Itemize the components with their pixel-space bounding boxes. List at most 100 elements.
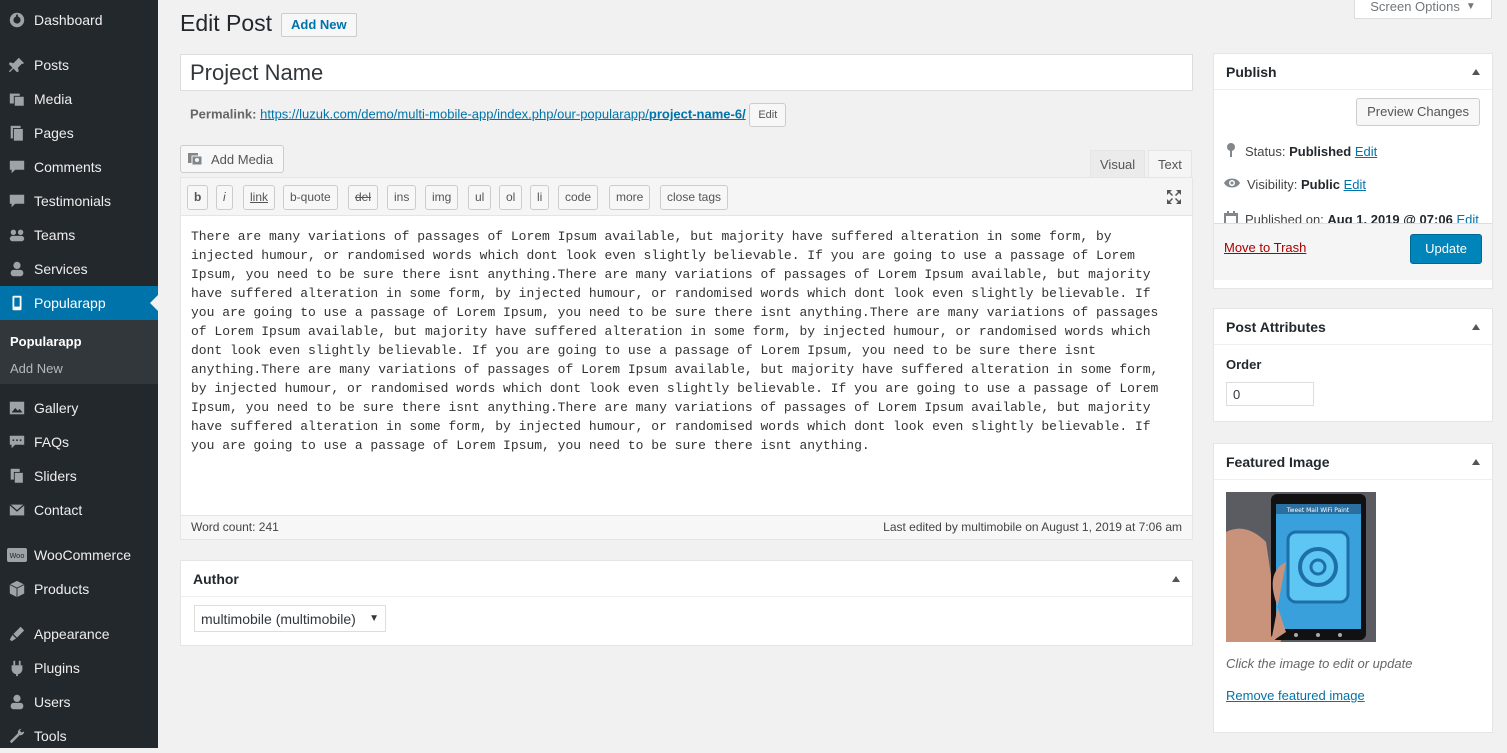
featured-image-caption: Click the image to edit or update — [1226, 656, 1413, 671]
toggle-arrow-icon[interactable] — [1472, 69, 1480, 75]
qt-code-button[interactable]: code — [558, 185, 599, 210]
author-select[interactable]: multimobile (multimobile) ▼ — [194, 605, 386, 632]
qt-ol-button[interactable]: ol — [499, 185, 523, 210]
permalink-row: Permalink: https://luzuk.com/demo/multi-… — [190, 103, 787, 127]
services-icon — [0, 260, 34, 278]
sidebar-item-users[interactable]: Users — [0, 685, 158, 719]
status-edit-link[interactable]: Edit — [1355, 144, 1377, 159]
visibility-label: Visibility: — [1247, 177, 1298, 192]
visibility-row: Visibility: Public Edit — [1223, 176, 1366, 193]
tab-text[interactable]: Text — [1148, 150, 1192, 178]
featured-image[interactable]: Tweet Mail WiFi Paint — [1226, 492, 1376, 642]
sidebar-item-faqs[interactable]: FAQs — [0, 425, 158, 459]
sidebar-item-testimonials[interactable]: Testimonials — [0, 184, 158, 218]
update-button[interactable]: Update — [1410, 234, 1482, 264]
qt-ins-button[interactable]: ins — [387, 185, 417, 210]
post-content-textarea[interactable]: There are many variations of passages of… — [191, 227, 1176, 455]
add-media-button[interactable]: Add Media — [180, 145, 285, 173]
sidebar-item-posts[interactable]: Posts — [0, 48, 158, 82]
sidebar-item-gallery[interactable]: Gallery — [0, 391, 158, 425]
toggle-arrow-icon[interactable] — [1472, 324, 1480, 330]
teams-icon — [0, 226, 34, 244]
sidebar-item-plugins[interactable]: Plugins — [0, 651, 158, 685]
sidebar-item-dashboard[interactable]: Dashboard — [0, 3, 158, 37]
submenu-item-popularapp[interactable]: Popularapp — [10, 334, 82, 349]
visibility-value: Public — [1300, 177, 1340, 192]
sidebar-item-contact[interactable]: Contact — [0, 493, 158, 527]
preview-changes-button[interactable]: Preview Changes — [1356, 98, 1480, 126]
publish-box-title: Publish — [1226, 64, 1277, 80]
tab-visual[interactable]: Visual — [1090, 150, 1146, 178]
page-title: Edit Post — [180, 10, 273, 36]
gallery-icon — [0, 399, 34, 417]
move-to-trash-link[interactable]: Move to Trash — [1224, 240, 1306, 255]
last-edited: Last edited by multimobile on August 1, … — [883, 520, 1182, 534]
author-box-header[interactable]: Author — [181, 561, 1192, 597]
toggle-arrow-icon[interactable] — [1472, 459, 1480, 465]
popularapp-icon — [0, 294, 34, 312]
add-media-label: Add Media — [211, 151, 274, 167]
testimonials-icon — [0, 192, 34, 210]
post-title-input[interactable] — [180, 54, 1193, 91]
qt-del-button[interactable]: del — [348, 185, 379, 210]
featured-image-header[interactable]: Featured Image — [1214, 444, 1492, 480]
fullscreen-icon[interactable] — [1166, 189, 1182, 205]
woocommerce-icon: Woo — [0, 548, 34, 562]
qt-img-button[interactable]: img — [425, 185, 459, 210]
qt-italic-button[interactable]: i — [216, 185, 233, 210]
sidebar-item-services[interactable]: Services — [0, 252, 158, 286]
sidebar-item-media[interactable]: Media — [0, 82, 158, 116]
qt-blockquote-button[interactable]: b-quote — [283, 185, 338, 210]
sidebar-item-popularapp[interactable]: Popularapp — [0, 286, 158, 320]
svg-text:Woo: Woo — [9, 552, 24, 560]
screen-options-button[interactable]: Screen Options ▼ — [1354, 0, 1492, 19]
text-editor: b i link b-quote del ins img ul ol li co… — [180, 177, 1193, 540]
sidebar-item-sliders[interactable]: Sliders — [0, 459, 158, 493]
qt-li-button[interactable]: li — [530, 185, 550, 210]
status-label: Status: — [1245, 144, 1286, 159]
submenu-item-add-new[interactable]: Add New — [10, 361, 63, 376]
sidebar-item-woocommerce[interactable]: Woo WooCommerce — [0, 538, 158, 572]
order-input[interactable] — [1226, 382, 1314, 406]
appearance-icon — [0, 625, 34, 643]
sidebar-item-teams[interactable]: Teams — [0, 218, 158, 252]
status-value: Published — [1289, 144, 1352, 159]
sidebar-item-pages[interactable]: Pages — [0, 116, 158, 150]
featured-image-title: Featured Image — [1226, 454, 1330, 470]
media-icon — [0, 90, 34, 108]
publish-box-header[interactable]: Publish — [1214, 54, 1492, 90]
permalink-edit-button[interactable]: Edit — [749, 103, 787, 127]
toggle-arrow-icon[interactable] — [1172, 576, 1180, 582]
users-icon — [0, 693, 34, 711]
qt-bold-button[interactable]: b — [187, 185, 209, 210]
sidebar-item-comments[interactable]: Comments — [0, 150, 158, 184]
permalink-link[interactable]: https://luzuk.com/demo/multi-mobile-app/… — [260, 106, 746, 121]
mail-icon — [0, 501, 34, 519]
tools-icon — [0, 727, 34, 745]
author-box-title: Author — [193, 571, 239, 587]
order-label: Order — [1226, 357, 1262, 372]
visibility-edit-link[interactable]: Edit — [1344, 177, 1366, 192]
qt-ul-button[interactable]: ul — [468, 185, 492, 210]
caret-down-icon: ▼ — [1465, 0, 1476, 12]
popularapp-submenu: Popularapp Add New — [0, 320, 158, 384]
sidebar-item-appearance[interactable]: Appearance — [0, 617, 158, 651]
publish-box: Publish Preview Changes Status: Publishe… — [1213, 53, 1493, 289]
phone-menu-text: Tweet Mail WiFi Paint — [1286, 507, 1350, 514]
editor-status-bar: Word count: 241 Last edited by multimobi… — [181, 515, 1192, 539]
permalink-base: https://luzuk.com/demo/multi-mobile-app/… — [260, 106, 649, 122]
main-content: Edit Post Add New Screen Options ▼ Perma… — [158, 0, 1507, 748]
post-attributes-box: Post Attributes Order — [1213, 308, 1493, 422]
qt-more-button[interactable]: more — [609, 185, 651, 210]
sidebar-item-products[interactable]: Products — [0, 572, 158, 606]
post-attributes-header[interactable]: Post Attributes — [1214, 309, 1492, 345]
publish-actions: Move to Trash Update — [1214, 223, 1492, 280]
sliders-icon — [0, 467, 34, 485]
pages-icon — [0, 124, 34, 142]
pin-icon — [1223, 142, 1239, 161]
remove-featured-image-link[interactable]: Remove featured image — [1226, 688, 1365, 703]
qt-close-tags-button[interactable]: close tags — [660, 185, 729, 210]
quicktags-toolbar: b i link b-quote del ins img ul ol li co… — [181, 178, 1192, 216]
add-new-button[interactable]: Add New — [281, 13, 357, 37]
qt-link-button[interactable]: link — [243, 185, 276, 210]
